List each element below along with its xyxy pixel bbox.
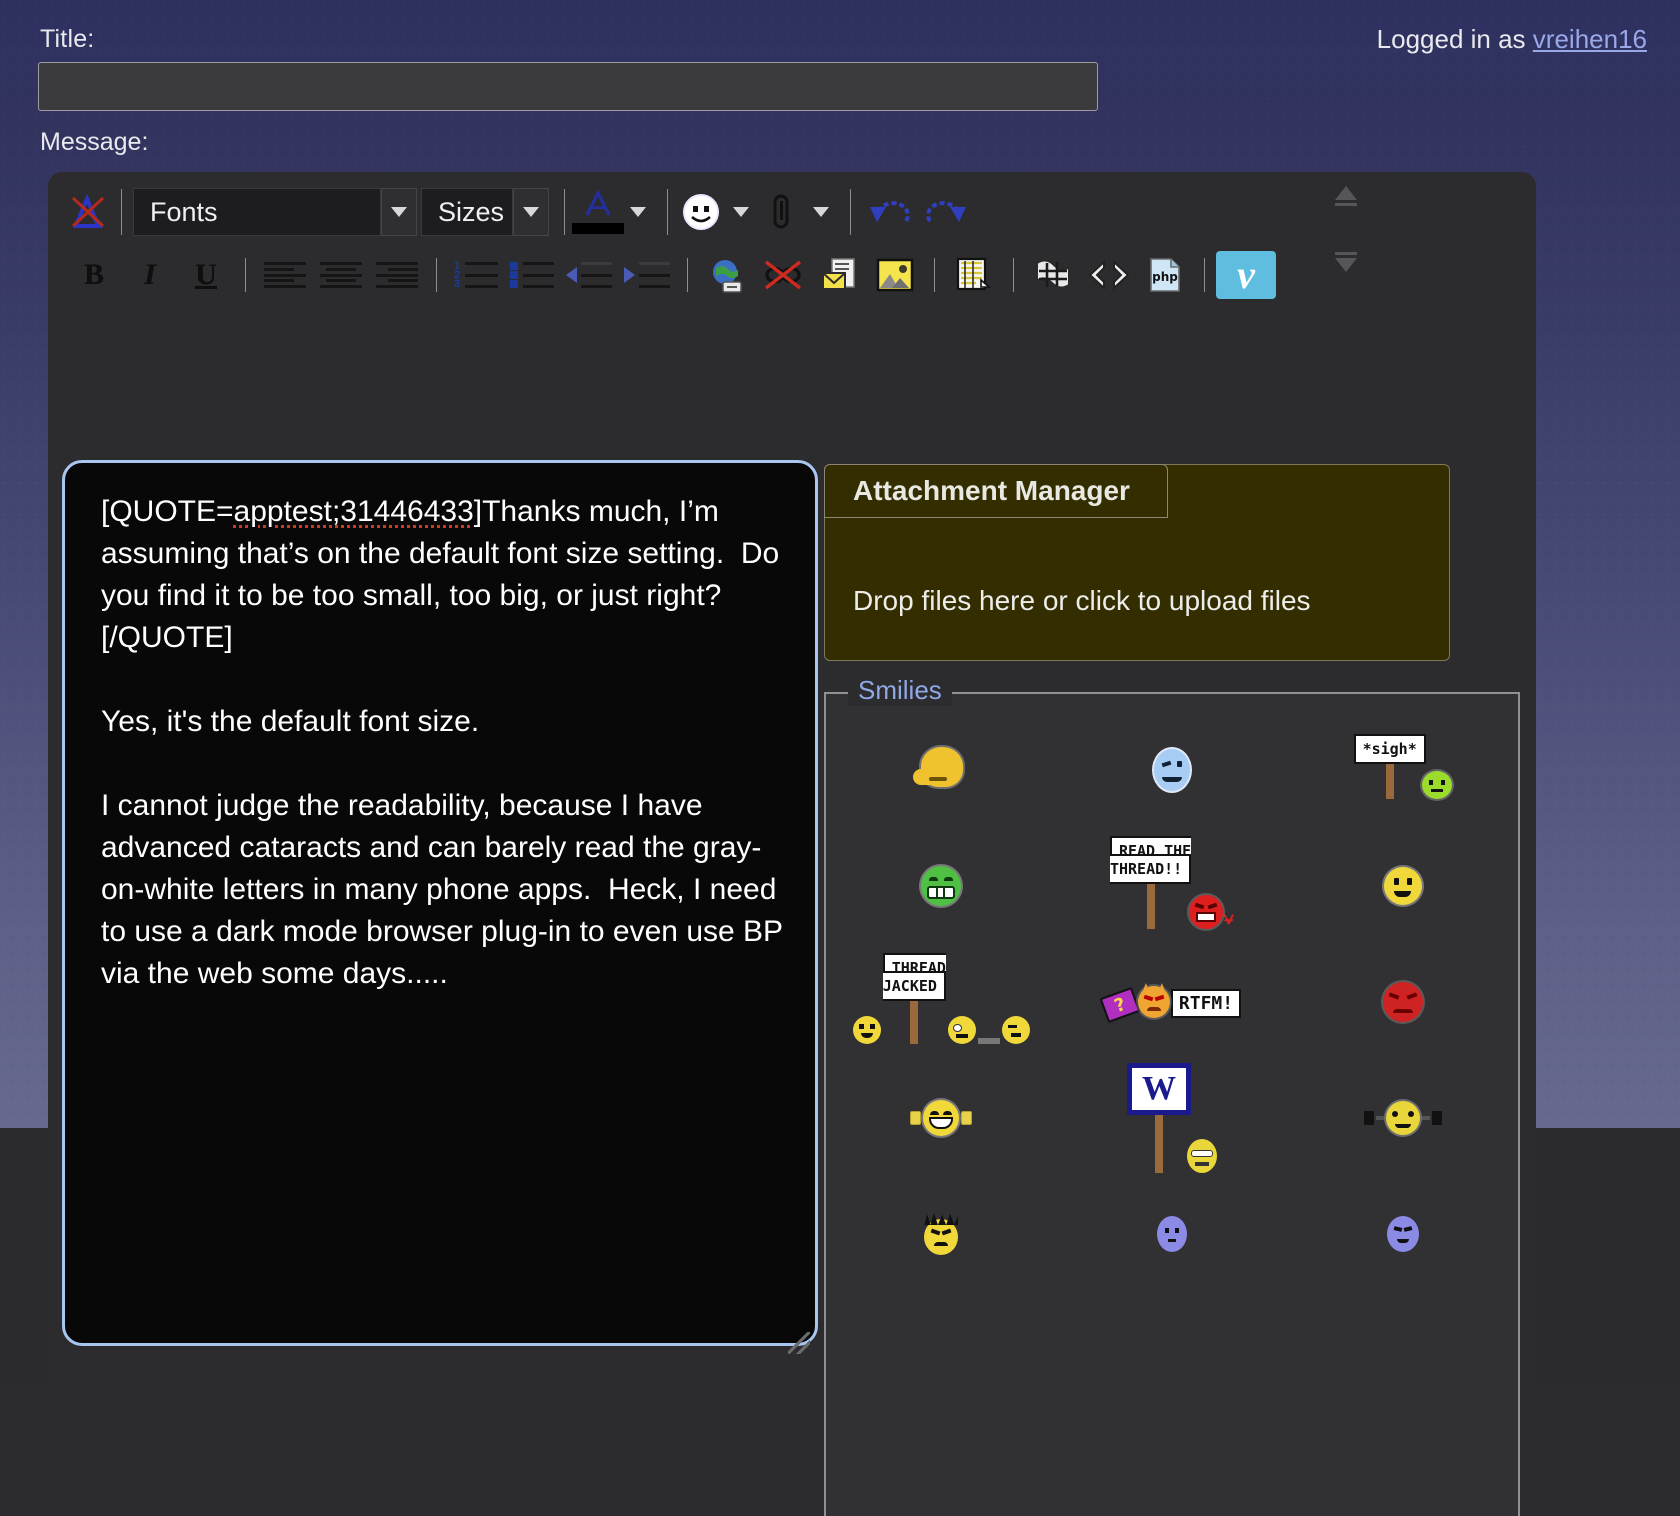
editor-toolbar-row-1: Fonts Sizes — [48, 172, 1536, 272]
smilie-dumbbell[interactable] — [1287, 1060, 1518, 1176]
toolbar-scroll-up-icon[interactable] — [1335, 186, 1357, 206]
smilie-cool-blue[interactable] — [1057, 712, 1288, 828]
message-textarea[interactable]: [QUOTE=apptest;31446433]Thanks much, I’m… — [62, 460, 818, 1346]
toolbar-separator — [1013, 258, 1014, 292]
smilie-yellow-smile[interactable] — [1287, 828, 1518, 944]
title-label: Title: — [40, 25, 95, 53]
font-color-icon[interactable] — [572, 190, 624, 234]
toolbar-separator — [687, 258, 688, 292]
message-part-3: I cannot judge the readability, because … — [101, 789, 791, 990]
align-center-button[interactable] — [313, 253, 369, 297]
attachment-chevron-icon[interactable] — [803, 190, 839, 234]
toolbar-separator — [436, 258, 437, 292]
quote-open: [QUOTE= — [101, 495, 234, 528]
font-family-value: Fonts — [133, 188, 381, 236]
insert-code-button[interactable] — [1081, 253, 1137, 297]
underline-button[interactable]: U — [178, 253, 234, 297]
smilie-picker-icon[interactable] — [679, 190, 723, 234]
insert-link-button[interactable] — [699, 253, 755, 297]
smilie-sigh-sign[interactable]: *sigh* — [1287, 712, 1518, 828]
wrap-quote-button[interactable] — [946, 253, 1002, 297]
message-editor: Fonts Sizes B I U 1 2 3 php v [QUOTE=app… — [48, 172, 1536, 1516]
login-status-prefix: Logged in as — [1376, 24, 1533, 54]
smilie-read-the-thread[interactable]: READ THE THREAD!! ⍱ — [1057, 828, 1288, 944]
toolbar-separator — [934, 258, 935, 292]
toolbar-separator — [564, 189, 565, 235]
attachment-manager-title: Attachment Manager — [824, 464, 1168, 518]
username-link[interactable]: vreihen16 — [1533, 24, 1647, 54]
quote-ref: apptest;31446433 — [233, 495, 474, 528]
align-left-button[interactable] — [257, 253, 313, 297]
smilie-rtfm[interactable]: ? RTFM! — [1057, 944, 1288, 1060]
attachment-icon[interactable] — [759, 190, 803, 234]
smilie-welcome-sign[interactable]: W — [1057, 1060, 1288, 1176]
smilie-red-stop[interactable] — [1287, 944, 1518, 1060]
smilies-grid: *sigh* READ THE THREAD!! ⍱ THREAD JACKED? RTFM… — [826, 712, 1518, 1516]
toolbar-separator — [667, 189, 668, 235]
chevron-down-icon[interactable] — [381, 188, 417, 236]
bold-button[interactable]: B — [66, 253, 122, 297]
indent-button[interactable] — [618, 253, 676, 297]
undo-icon[interactable] — [862, 190, 918, 234]
font-size-value: Sizes — [421, 188, 513, 236]
attachment-manager-panel[interactable]: Attachment Manager Drop files here or cl… — [824, 464, 1450, 661]
smilies-panel: Smilies *sigh* READ THE THREAD!! ⍱ THREAD JAC… — [824, 675, 1520, 1516]
toolbar-separator — [1204, 258, 1205, 292]
insert-image-button[interactable] — [867, 253, 923, 297]
smilie-purple-confused[interactable] — [1287, 1176, 1518, 1292]
message-label: Message: — [40, 128, 149, 156]
toolbar-separator — [121, 189, 122, 235]
insert-php-button[interactable]: php — [1137, 253, 1193, 297]
font-family-select[interactable]: Fonts — [133, 188, 417, 236]
attachment-drop-zone-text[interactable]: Drop files here or click to upload files — [825, 585, 1449, 617]
remove-link-button[interactable] — [755, 253, 811, 297]
unordered-list-button[interactable] — [504, 253, 560, 297]
editor-toolbar-row-2: B I U 123 php v — [48, 244, 1536, 306]
smilie-purple-blank[interactable] — [1057, 1176, 1288, 1292]
smilie-facepalm[interactable] — [826, 712, 1057, 828]
toolbar-separator — [850, 189, 851, 235]
outdent-button[interactable] — [560, 253, 618, 297]
toolbar-separator — [245, 258, 246, 292]
align-right-button[interactable] — [369, 253, 425, 297]
redo-icon[interactable] — [918, 190, 974, 234]
toggle-wysiwyg-icon[interactable] — [66, 190, 110, 234]
textarea-resize-grip[interactable] — [788, 1332, 810, 1354]
insert-hash-button[interactable] — [1025, 253, 1081, 297]
font-size-select[interactable]: Sizes — [421, 188, 549, 236]
message-part-2: Yes, it's the default font size. — [101, 705, 480, 738]
quote-close: ] — [473, 495, 483, 528]
smilie-chevron-icon[interactable] — [723, 190, 759, 234]
chevron-down-icon[interactable] — [513, 188, 549, 236]
insert-video-button[interactable]: v — [1216, 251, 1276, 299]
svg-text:php: php — [1152, 270, 1178, 284]
smilies-legend: Smilies — [848, 675, 952, 706]
smilie-angry-hair[interactable] — [826, 1176, 1057, 1292]
font-color-chevron-icon[interactable] — [620, 190, 656, 234]
title-input[interactable] — [38, 62, 1098, 111]
smilie-green-grin[interactable] — [826, 828, 1057, 944]
login-status: Logged in as vreihen16 — [1377, 24, 1647, 55]
italic-button[interactable]: I — [122, 253, 178, 297]
ordered-list-button[interactable]: 123 — [448, 253, 504, 297]
smilie-clap[interactable] — [826, 1060, 1057, 1176]
smilie-thread-jacked[interactable]: THREAD JACKED — [826, 944, 1057, 1060]
insert-email-button[interactable] — [811, 253, 867, 297]
